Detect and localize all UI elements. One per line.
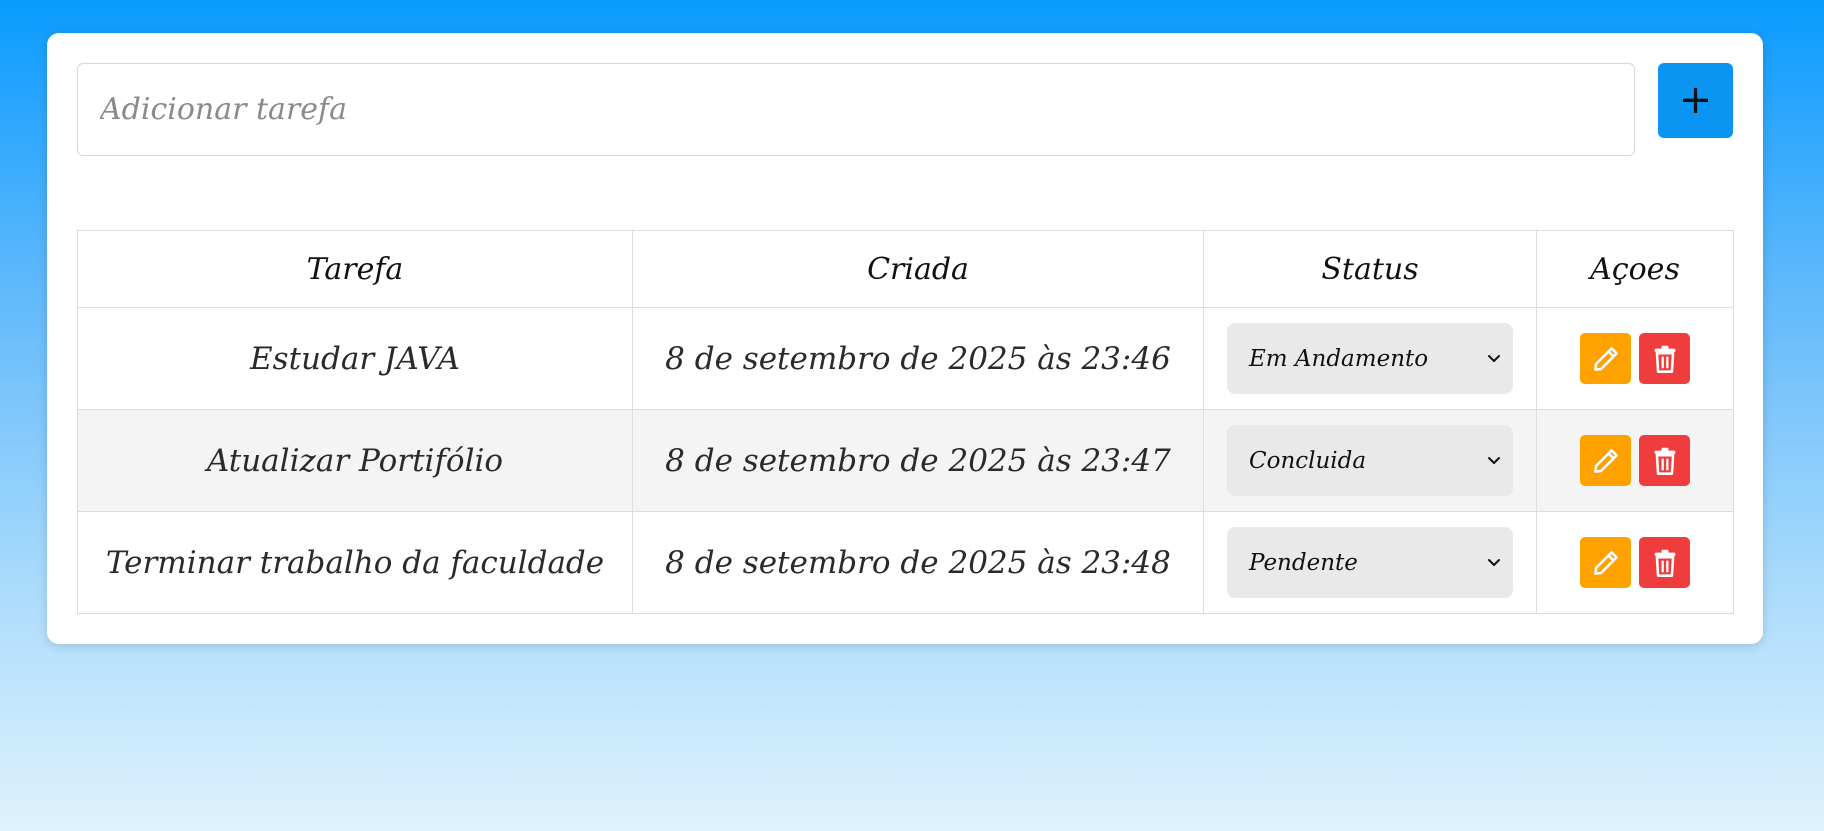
table-row: Estudar JAVA 8 de setembro de 2025 às 23… bbox=[77, 307, 1734, 410]
trash-icon bbox=[1654, 345, 1675, 373]
task-created: 8 de setembro de 2025 às 23:46 bbox=[632, 307, 1204, 410]
trash-icon bbox=[1654, 447, 1675, 475]
edit-button[interactable] bbox=[1580, 537, 1631, 588]
task-name: Atualizar Portifólio bbox=[77, 409, 633, 512]
actions-cell bbox=[1536, 307, 1734, 410]
add-task-row: + bbox=[77, 63, 1733, 156]
pencil-icon bbox=[1593, 346, 1618, 371]
status-cell: Concluida bbox=[1203, 409, 1537, 512]
delete-button[interactable] bbox=[1639, 537, 1690, 588]
task-name: Estudar JAVA bbox=[77, 307, 633, 410]
trash-icon bbox=[1654, 549, 1675, 577]
edit-button[interactable] bbox=[1580, 333, 1631, 384]
actions-cell bbox=[1536, 409, 1734, 512]
add-task-input[interactable] bbox=[77, 63, 1635, 156]
edit-button[interactable] bbox=[1580, 435, 1631, 486]
status-cell: Pendente bbox=[1203, 511, 1537, 614]
task-created: 8 de setembro de 2025 às 23:47 bbox=[632, 409, 1204, 512]
delete-button[interactable] bbox=[1639, 333, 1690, 384]
tasks-table: Tarefa Criada Status Açoes Estudar JAVA … bbox=[77, 230, 1734, 614]
status-select[interactable]: Em Andamento bbox=[1227, 323, 1513, 394]
status-dropdown[interactable]: Em Andamento bbox=[1227, 323, 1513, 394]
pencil-icon bbox=[1593, 550, 1618, 575]
task-created: 8 de setembro de 2025 às 23:48 bbox=[632, 511, 1204, 614]
chevron-down-icon bbox=[1488, 457, 1500, 464]
status-select[interactable]: Concluida bbox=[1227, 425, 1513, 496]
add-task-button[interactable]: + bbox=[1658, 63, 1733, 138]
status-dropdown[interactable]: Pendente bbox=[1227, 527, 1513, 598]
chevron-down-icon bbox=[1488, 559, 1500, 566]
delete-button[interactable] bbox=[1639, 435, 1690, 486]
header-created: Criada bbox=[632, 230, 1204, 308]
status-dropdown[interactable]: Concluida bbox=[1227, 425, 1513, 496]
actions-cell bbox=[1536, 511, 1734, 614]
pencil-icon bbox=[1593, 448, 1618, 473]
header-status: Status bbox=[1203, 230, 1537, 308]
task-name: Terminar trabalho da faculdade bbox=[77, 511, 633, 614]
table-header-row: Tarefa Criada Status Açoes bbox=[77, 230, 1734, 308]
chevron-down-icon bbox=[1488, 355, 1500, 362]
table-row: Terminar trabalho da faculdade 8 de sete… bbox=[77, 511, 1734, 614]
status-cell: Em Andamento bbox=[1203, 307, 1537, 410]
header-actions: Açoes bbox=[1536, 230, 1734, 308]
table-row: Atualizar Portifólio 8 de setembro de 20… bbox=[77, 409, 1734, 512]
status-select[interactable]: Pendente bbox=[1227, 527, 1513, 598]
todo-card: + Tarefa Criada Status Açoes Estudar JAV… bbox=[47, 33, 1763, 644]
header-task: Tarefa bbox=[77, 230, 633, 308]
